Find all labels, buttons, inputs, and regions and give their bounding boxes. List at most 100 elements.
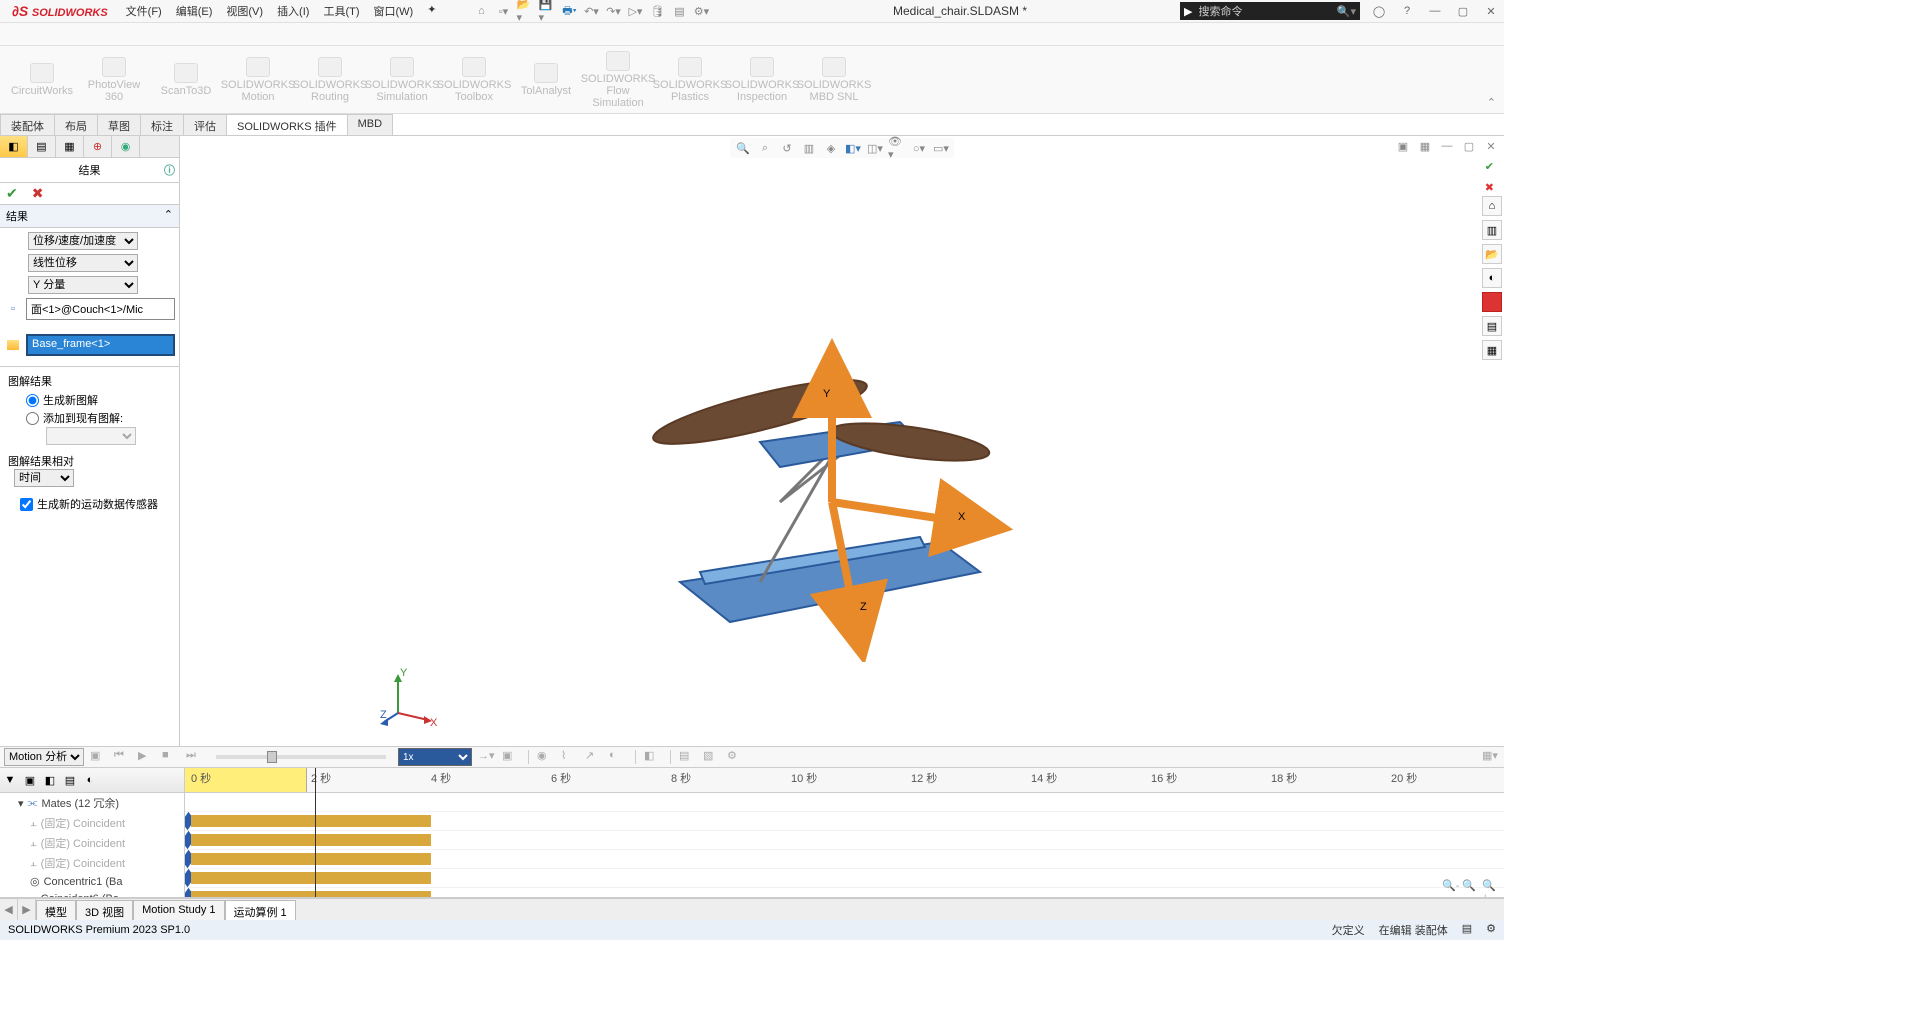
tl-tool2-icon[interactable]: ◧ — [40, 771, 60, 789]
motion-type-select[interactable]: Motion 分析 — [4, 748, 84, 766]
play-start-icon[interactable]: ⏮ — [114, 749, 132, 765]
addin-flowsim[interactable]: SOLIDWORKS Flow Simulation — [582, 48, 654, 111]
tl-tool4-icon[interactable]: ◐ — [80, 771, 100, 789]
confirm-check-icon[interactable]: ✔ — [1485, 160, 1494, 173]
relative-select[interactable]: 时间 — [14, 469, 74, 487]
menu-edit[interactable]: 编辑(E) — [170, 1, 219, 21]
mb-motor-icon[interactable]: ◉ — [537, 749, 555, 765]
mb-contact-icon[interactable]: ◐ — [609, 749, 627, 765]
tp-home-icon[interactable]: ⌂ — [1482, 196, 1502, 216]
home-icon[interactable]: ⌂ — [472, 2, 490, 20]
tp-forum-icon[interactable]: ▦ — [1482, 340, 1502, 360]
info-icon[interactable]: ⓘ — [164, 162, 175, 178]
scene-icon[interactable]: ◫▾ — [866, 140, 884, 156]
addin-tolanalyst[interactable]: TolAnalyst — [510, 48, 582, 111]
new-icon[interactable]: ▫▾ — [494, 2, 512, 20]
hide-show-icon[interactable]: 👁▾ — [888, 140, 906, 156]
btab-motion1[interactable]: Motion Study 1 — [133, 900, 224, 920]
print-icon[interactable]: 🖶▾ — [560, 2, 578, 20]
mb-expand-icon[interactable]: ▦▾ — [1482, 749, 1500, 765]
tab-swaddins[interactable]: SOLIDWORKS 插件 — [226, 114, 348, 135]
rebuild-icon[interactable]: 🛢 — [648, 2, 666, 20]
orient-icon[interactable]: ◈ — [822, 140, 840, 156]
addin-plastics[interactable]: SOLIDWORKS Plastics — [654, 48, 726, 111]
tp-appearance-icon[interactable] — [1482, 292, 1502, 312]
tp-custom-icon[interactable]: ▤ — [1482, 316, 1502, 336]
mb-arrow-icon[interactable]: →▾ — [478, 749, 496, 765]
result-subtype-select[interactable]: 线性位移 — [28, 254, 138, 272]
radio-new-plot[interactable]: 生成新图解 — [8, 391, 171, 409]
tl-tool3-icon[interactable]: ▤ — [60, 771, 80, 789]
tl-tool1-icon[interactable]: ▣ — [20, 771, 40, 789]
btab-next-icon[interactable]: ▶ — [18, 899, 36, 920]
tl-zoomout-icon[interactable]: 🔍- — [1442, 879, 1460, 895]
addin-photoview[interactable]: PhotoView 360 — [78, 48, 150, 111]
win-max-icon[interactable]: ▢ — [1460, 138, 1478, 154]
tl-filter-icon[interactable]: ▼ — [0, 771, 20, 789]
status-cog-icon[interactable]: ⚙ — [1486, 922, 1496, 938]
tab-layout[interactable]: 布局 — [54, 114, 98, 135]
tab-annotate[interactable]: 标注 — [140, 114, 184, 135]
pm-tab-ball[interactable]: ◉ — [112, 136, 140, 157]
zoom-fit-icon[interactable]: 🔍 — [734, 140, 752, 156]
appearance-icon[interactable]: ○▾ — [910, 140, 928, 156]
pm-tab-config[interactable]: ▤ — [28, 136, 56, 157]
win-min-icon[interactable]: — — [1438, 138, 1456, 154]
component-select[interactable]: Y 分量 — [28, 276, 138, 294]
ribbon-collapse-icon[interactable]: ⌃ — [1485, 94, 1498, 111]
menu-tools[interactable]: 工具(T) — [317, 1, 365, 21]
user-icon[interactable]: ◯ — [1370, 2, 1388, 20]
pm-tab-feature[interactable]: ◧ — [0, 136, 28, 157]
graphics-viewport[interactable]: 🔍 ⌕ ↺ ▥ ◈ ◧▾ ◫▾ 👁▾ ○▾ ▭▾ ▣ ▦ — ▢ ✕ ✔ ✖ ⌂… — [180, 136, 1504, 746]
win-tile-icon[interactable]: ▦ — [1416, 138, 1434, 154]
open-icon[interactable]: 📂▾ — [516, 2, 534, 20]
tp-view-icon[interactable]: ◐ — [1482, 268, 1502, 288]
tl-zoomfit-icon[interactable]: 🔍 — [1462, 879, 1480, 895]
win-close-icon[interactable]: ✕ — [1482, 138, 1500, 154]
timeline-tracks[interactable]: 0 秒 2 秒 4 秒 6 秒 8 秒 10 秒 12 秒 14 秒 16 秒 … — [185, 768, 1504, 897]
addin-mbdsnl[interactable]: SOLIDWORKS MBD SNL — [798, 48, 870, 111]
chk-new-sensor[interactable]: 生成新的运动数据传感器 — [8, 495, 171, 513]
result-type-select[interactable]: 位移/速度/加速度 — [28, 232, 138, 250]
menu-insert[interactable]: 插入(I) — [271, 1, 315, 21]
addin-scanto3d[interactable]: ScanTo3D — [150, 48, 222, 111]
selection-input-2[interactable]: Base_frame<1> — [26, 334, 175, 356]
mb-settings-icon[interactable]: ⚙ — [727, 749, 745, 765]
calc-icon[interactable]: ▣ — [90, 749, 108, 765]
addin-toolbox[interactable]: SOLIDWORKS Toolbox — [438, 48, 510, 111]
menu-star[interactable]: ✦ — [421, 1, 442, 21]
mb-spring-icon[interactable]: ⌇ — [561, 749, 579, 765]
addin-inspection[interactable]: SOLIDWORKS Inspection — [726, 48, 798, 111]
win-full-icon[interactable]: ▣ — [1394, 138, 1412, 154]
timeline-tree[interactable]: ▼ ▣ ◧ ▤ ◐ ▾ ⫘ Mates (12 冗余) ⫠(固定) Coinci… — [0, 768, 185, 897]
options-icon[interactable]: ▤ — [670, 2, 688, 20]
ok-icon[interactable]: ✔ — [6, 185, 18, 202]
addin-circuitworks[interactable]: CircuitWorks — [6, 48, 78, 111]
menu-file[interactable]: 文件(F) — [120, 1, 168, 21]
zoom-select[interactable]: 1x — [398, 748, 472, 766]
select-icon[interactable]: ▷▾ — [626, 2, 644, 20]
radio-add-plot[interactable]: 添加到现有图解: — [8, 409, 171, 427]
menu-window[interactable]: 窗口(W) — [368, 1, 420, 21]
btab-model[interactable]: 模型 — [36, 900, 76, 920]
tp-library-icon[interactable]: 📂 — [1482, 244, 1502, 264]
pm-tab-add[interactable]: ⊕ — [84, 136, 112, 157]
play-icon[interactable]: ▶ — [138, 749, 156, 765]
tab-evaluate[interactable]: 评估 — [183, 114, 227, 135]
tl-zoomin-icon[interactable]: 🔍+ — [1482, 879, 1500, 895]
close-icon[interactable]: ✕ — [1482, 2, 1500, 20]
btab-3dview[interactable]: 3D 视图 — [76, 900, 133, 920]
search-input[interactable]: ▶ 搜索命令 🔍▾ — [1180, 2, 1360, 20]
mb-gravity-icon[interactable]: ◧ — [644, 749, 662, 765]
section-result[interactable]: 结果⌃ — [0, 205, 179, 228]
gear-icon[interactable]: ⚙▾ — [692, 2, 710, 20]
mb-force-icon[interactable]: ↗ — [585, 749, 603, 765]
section-icon[interactable]: ▥ — [800, 140, 818, 156]
addin-simulation[interactable]: SOLIDWORKS Simulation — [366, 48, 438, 111]
time-slider[interactable] — [216, 755, 386, 759]
btab-prev-icon[interactable]: ◀ — [0, 899, 18, 920]
timeline-cursor[interactable] — [315, 768, 316, 897]
mb-results-icon[interactable]: ▤ — [679, 749, 697, 765]
undo-icon[interactable]: ↶▾ — [582, 2, 600, 20]
addin-routing[interactable]: SOLIDWORKS Routing — [294, 48, 366, 111]
